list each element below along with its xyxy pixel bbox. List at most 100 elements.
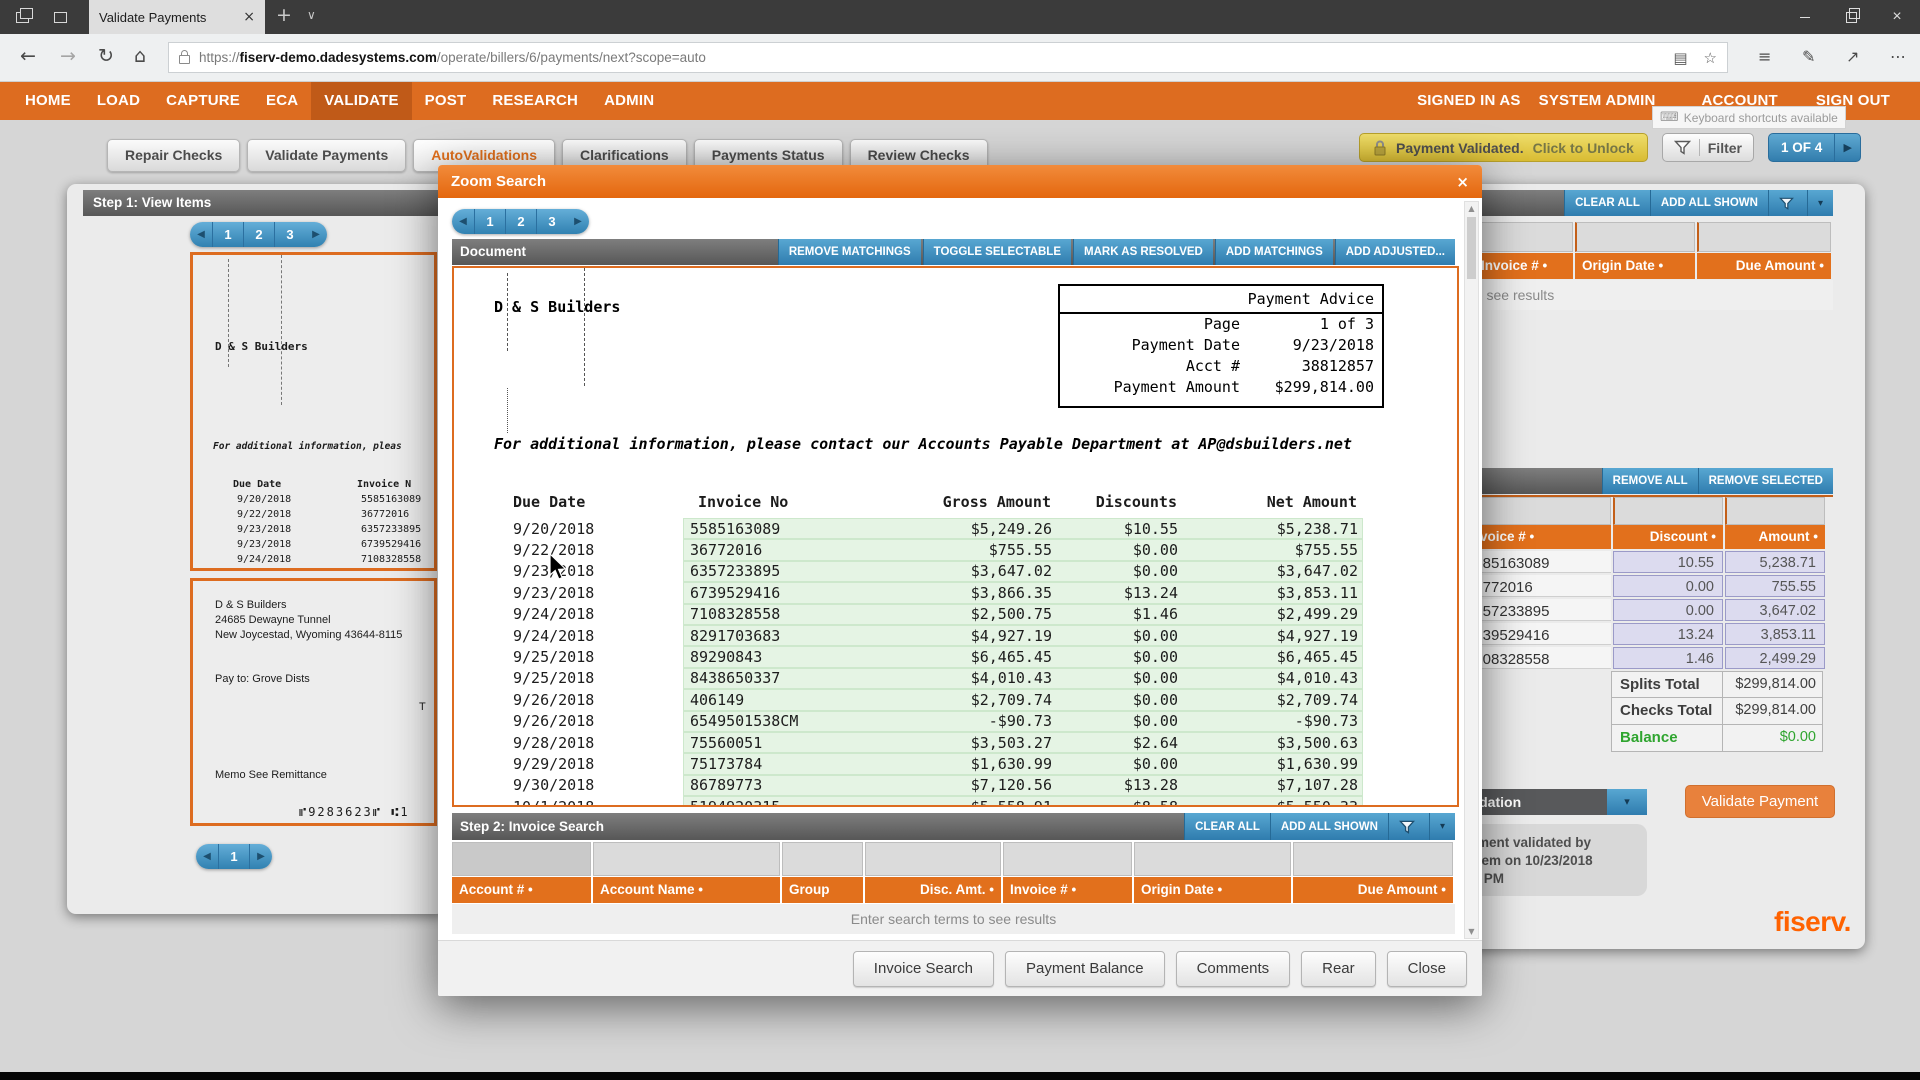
filter-cell[interactable] [1134,842,1291,876]
pager-prev-icon[interactable]: ◀ [452,209,475,234]
document-action-button[interactable]: REMOVE MATCHINGS [778,239,921,265]
nav-validate[interactable]: VALIDATE [311,82,411,120]
remittance-row[interactable]: 9/26/2018 6549501538CM -$90.73 $0.00 -$9… [511,712,1363,731]
scroll-up-icon[interactable]: ▲ [1465,204,1478,213]
matched-band[interactable]: 406149 $2,709.74 $0.00 $2,709.74 [683,689,1363,710]
browser-tab[interactable]: Validate Payments × [89,0,265,34]
matched-band[interactable]: 89290843 $6,465.45 $0.00 $6,465.45 [683,646,1363,667]
filter-cell[interactable] [782,842,863,876]
pager-prev-icon[interactable]: ◀ [196,844,219,869]
payment-balance-button[interactable]: Payment Balance [1005,951,1165,987]
tab-preview-icon[interactable] [4,3,40,31]
document-action-button[interactable]: MARK AS RESOLVED [1073,239,1213,265]
step2-filter-icon[interactable] [1388,813,1429,840]
validate-payment-button[interactable]: Validate Payment [1685,785,1835,818]
pager-next-icon[interactable]: ▶ [567,209,589,234]
comments-button[interactable]: Comments [1176,951,1291,987]
pager-page-button[interactable]: 1 [219,844,250,869]
remittance-row[interactable]: 9/28/2018 75560051 $3,503.27 $2.64 $3,50… [511,733,1363,752]
window-minimize-icon[interactable] [1782,0,1828,34]
tab-repair-checks[interactable]: Repair Checks [107,139,240,172]
remove-all-button[interactable]: REMOVE ALL [1602,468,1698,494]
rear-button[interactable]: Rear [1301,951,1376,987]
col-account[interactable]: Account # • [452,877,591,903]
tab-menu-icon[interactable]: ∨ [307,8,316,22]
remittance-row[interactable]: 9/25/2018 8438650337 $4,010.43 $0.00 $4,… [511,669,1363,688]
matched-band[interactable]: 7108328558 $2,500.75 $1.46 $2,499.29 [683,604,1363,625]
url-field[interactable]: https://fiserv-demo.dadesystems.com/oper… [168,42,1728,73]
matched-band[interactable]: 6549501538CM -$90.73 $0.00 -$90.73 [683,711,1363,732]
matched-band[interactable]: 8291703683 $4,927.19 $0.00 $4,927.19 [683,625,1363,646]
remittance-row[interactable]: 10/1/2018 5194920315 $5,558.91 $8.58 $5,… [511,797,1363,807]
payment-locked-button[interactable]: Payment Validated. Click to Unlock [1359,133,1648,162]
pager-page-button[interactable]: 1 [475,209,506,234]
back-icon[interactable]: ← [20,45,36,67]
scroll-down-icon[interactable]: ▼ [1465,927,1478,936]
modal-scrollbar[interactable]: ▲ ▼ [1464,201,1479,939]
remittance-row[interactable]: 9/24/2018 8291703683 $4,927.19 $0.00 $4,… [511,626,1363,645]
remittance-row[interactable]: 9/23/2018 6357233895 $3,647.02 $0.00 $3,… [511,562,1363,581]
step2-clear-all-button[interactable]: CLEAR ALL [1184,813,1270,840]
matched-band[interactable]: 6739529416 $3,866.35 $13.24 $3,853.11 [683,582,1363,603]
matched-band[interactable]: 36772016 $755.55 $0.00 $755.55 [683,539,1363,560]
remittance-row[interactable]: 9/24/2018 7108328558 $2,500.75 $1.46 $2,… [511,605,1363,624]
col-amount[interactable]: Amount • [1725,525,1825,549]
window-restore-icon[interactable] [1828,0,1874,34]
col-group[interactable]: Group [782,877,863,903]
remove-selected-button[interactable]: REMOVE SELECTED [1698,468,1833,494]
filter-cell[interactable] [452,842,591,876]
nav-admin[interactable]: ADMIN [591,82,667,120]
col-origin-date[interactable]: Origin Date • [1575,253,1695,279]
refresh-icon[interactable]: ↻ [98,45,114,67]
scroll-thumb[interactable] [1467,217,1476,279]
nav-eca[interactable]: ECA [253,82,311,120]
hub-icon[interactable]: ≡ [1758,47,1771,66]
filter-cell[interactable] [1293,842,1453,876]
filter-cell-origin[interactable] [1575,222,1695,252]
document-action-button[interactable]: TOGGLE SELECTABLE [923,239,1071,265]
new-tab-button[interactable]: + [276,4,292,26]
col-disc-amt[interactable]: Disc. Amt. • [865,877,1001,903]
pager-page-button[interactable]: 2 [244,222,275,247]
pager-page-button[interactable]: 1 [213,222,244,247]
remittance-row[interactable]: 9/23/2018 6739529416 $3,866.35 $13.24 $3… [511,583,1363,602]
pager-page-button[interactable]: 3 [537,209,567,234]
col-invoice[interactable]: Invoice # • [1003,877,1132,903]
nav-post[interactable]: POST [412,82,480,120]
document-action-button[interactable]: ADD ADJUSTED... [1335,239,1455,265]
share-icon[interactable]: ↗ [1846,47,1859,66]
filter-cell[interactable] [1725,497,1825,525]
pager-next-icon[interactable]: ▶ [305,222,327,247]
window-close-icon[interactable]: × [1874,0,1920,34]
matched-band[interactable]: 86789773 $7,120.56 $13.28 $7,107.28 [683,775,1363,796]
step2-caret-icon[interactable]: ▾ [1429,813,1455,840]
more-icon[interactable]: ⋯ [1890,47,1906,66]
grid-filter-icon[interactable] [1768,190,1807,216]
filter-cell[interactable] [865,842,1001,876]
modal-header[interactable]: Zoom Search × [438,165,1482,198]
invoice-search-button[interactable]: Invoice Search [853,951,994,987]
validation-dropdown-caret-icon[interactable]: ▾ [1607,789,1647,815]
col-discount[interactable]: Discount • [1613,525,1723,549]
reading-view-icon[interactable]: ▤ [1673,49,1687,67]
pager-prev-icon[interactable]: ◀ [190,222,213,247]
remittance-row[interactable]: 9/22/2018 36772016 $755.55 $0.00 $755.55 [511,540,1363,559]
pager-page-button[interactable]: 3 [275,222,305,247]
close-button[interactable]: Close [1387,951,1467,987]
matched-band[interactable]: 8438650337 $4,010.43 $0.00 $4,010.43 [683,668,1363,689]
matched-band[interactable]: 75173784 $1,630.99 $0.00 $1,630.99 [683,753,1363,774]
remittance-row[interactable]: 9/20/2018 5585163089 $5,249.26 $10.55 $5… [511,519,1363,538]
remittance-row[interactable]: 9/30/2018 86789773 $7,120.56 $13.28 $7,1… [511,776,1363,795]
col-origin-date[interactable]: Origin Date • [1134,877,1291,903]
payment-count-pager[interactable]: 1 OF 4 ▶ [1768,133,1861,162]
col-account-name[interactable]: Account Name • [593,877,780,903]
matched-band[interactable]: 75560051 $3,503.27 $2.64 $3,500.63 [683,732,1363,753]
document-thumbnail[interactable]: D & S Builders For additional informatio… [190,252,437,571]
document-action-button[interactable]: ADD MATCHINGS [1215,239,1333,265]
tab-validate-payments[interactable]: Validate Payments [247,139,406,172]
remittance-row[interactable]: 9/29/2018 75173784 $1,630.99 $0.00 $1,63… [511,754,1363,773]
matched-band[interactable]: 5194920315 $5,558.91 $8.58 $5,550.33 [683,796,1363,807]
forward-icon[interactable]: → [60,45,76,67]
filter-cell[interactable] [593,842,780,876]
nav-home[interactable]: HOME [12,82,84,120]
